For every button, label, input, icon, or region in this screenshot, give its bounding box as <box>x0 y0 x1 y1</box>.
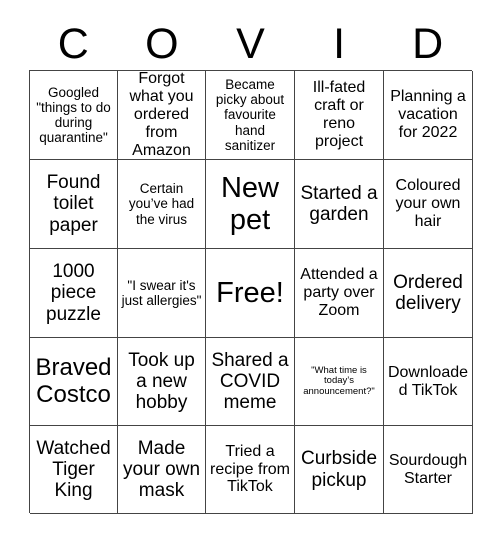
bingo-cell-text: Found toilet paper <box>46 172 101 236</box>
bingo-cell[interactable]: Forgot what you ordered from Amazon <box>118 71 206 160</box>
header-letter-o: O <box>145 19 179 68</box>
bingo-cell-text: Tried a recipe from TikTok <box>209 442 291 496</box>
bingo-cell-text: Planning a vacation for 2022 <box>390 88 466 141</box>
bingo-cell-text: Ill-fated craft or reno project <box>312 79 366 150</box>
bingo-cell-text: Took up a new hobby <box>128 349 195 414</box>
bingo-cell[interactable]: Attended a party over Zoom <box>295 249 384 338</box>
bingo-cell[interactable]: Ill-fated craft or reno project <box>295 71 384 160</box>
bingo-grid: Googled "things to do during quarantine"… <box>29 70 473 514</box>
bingo-cell-text: Curbside pickup <box>300 448 378 491</box>
bingo-cell[interactable]: Googled "things to do during quarantine" <box>30 71 118 160</box>
bingo-cell-text: "What time is today’s announcement?" <box>303 364 375 397</box>
bingo-cell-text: Certain you’ve had the virus <box>128 181 195 227</box>
bingo-cell[interactable]: Ordered delivery <box>384 249 473 338</box>
bingo-cell[interactable]: Braved Costco <box>30 338 118 426</box>
bingo-cell-text: Forgot what you ordered from Amazon <box>129 71 194 159</box>
bingo-cell[interactable]: Took up a new hobby <box>118 338 206 426</box>
bingo-cell-text: Free! <box>216 276 284 309</box>
header-letter-d: D <box>412 19 444 68</box>
bingo-cell-text: Sourdough Starter <box>388 451 468 487</box>
bingo-cell-text: Became picky about favourite hand saniti… <box>215 77 285 153</box>
header-letter-i: I <box>333 19 346 68</box>
bingo-cell-free[interactable]: Free! <box>206 249 295 338</box>
bingo-cell-text: Shared a COVID meme <box>211 349 289 414</box>
bingo-cell-text: Ordered delivery <box>393 271 463 314</box>
bingo-cell-text: Googled "things to do during quarantine" <box>36 84 111 146</box>
bingo-cell[interactable]: New pet <box>206 160 295 249</box>
bingo-cell[interactable]: Coloured your own hair <box>384 160 473 249</box>
bingo-card: C O V I D Googled "things to do during q… <box>0 0 500 544</box>
bingo-cell-text: Coloured your own hair <box>395 177 461 230</box>
bingo-cell-text: Watched Tiger King <box>36 437 111 502</box>
bingo-cell[interactable]: Watched Tiger King <box>30 426 118 514</box>
header-letter-c: C <box>57 19 89 68</box>
bingo-cell-text: Downloaded TikTok <box>387 363 469 399</box>
bingo-cell[interactable]: Made your own mask <box>118 426 206 514</box>
bingo-header: C O V I D <box>29 18 472 70</box>
bingo-cell-text: Attended a party over Zoom <box>300 266 378 319</box>
bingo-cell[interactable]: Started a garden <box>295 160 384 249</box>
bingo-cell-text: 1000 piece puzzle <box>46 261 101 325</box>
bingo-cell-text: New pet <box>220 171 279 236</box>
bingo-cell-text: Braved Costco <box>35 353 112 408</box>
bingo-cell[interactable]: Curbside pickup <box>295 426 384 514</box>
bingo-cell-text: Made your own mask <box>122 437 201 502</box>
bingo-cell[interactable]: Became picky about favourite hand saniti… <box>206 71 295 160</box>
bingo-cell[interactable]: "I swear it's just allergies" <box>118 249 206 338</box>
bingo-cell[interactable]: 1000 piece puzzle <box>30 249 118 338</box>
bingo-cell-text: "I swear it's just allergies" <box>121 277 202 308</box>
bingo-cell[interactable]: "What time is today’s announcement?" <box>295 338 384 426</box>
bingo-cell[interactable]: Sourdough Starter <box>384 426 473 514</box>
bingo-cell[interactable]: Certain you’ve had the virus <box>118 160 206 249</box>
bingo-cell[interactable]: Shared a COVID meme <box>206 338 295 426</box>
bingo-cell[interactable]: Planning a vacation for 2022 <box>384 71 473 160</box>
bingo-cell[interactable]: Tried a recipe from TikTok <box>206 426 295 514</box>
bingo-cell[interactable]: Downloaded TikTok <box>384 338 473 426</box>
bingo-cell-text: Started a garden <box>300 182 378 225</box>
header-letter-v: V <box>236 19 265 68</box>
bingo-cell[interactable]: Found toilet paper <box>30 160 118 249</box>
